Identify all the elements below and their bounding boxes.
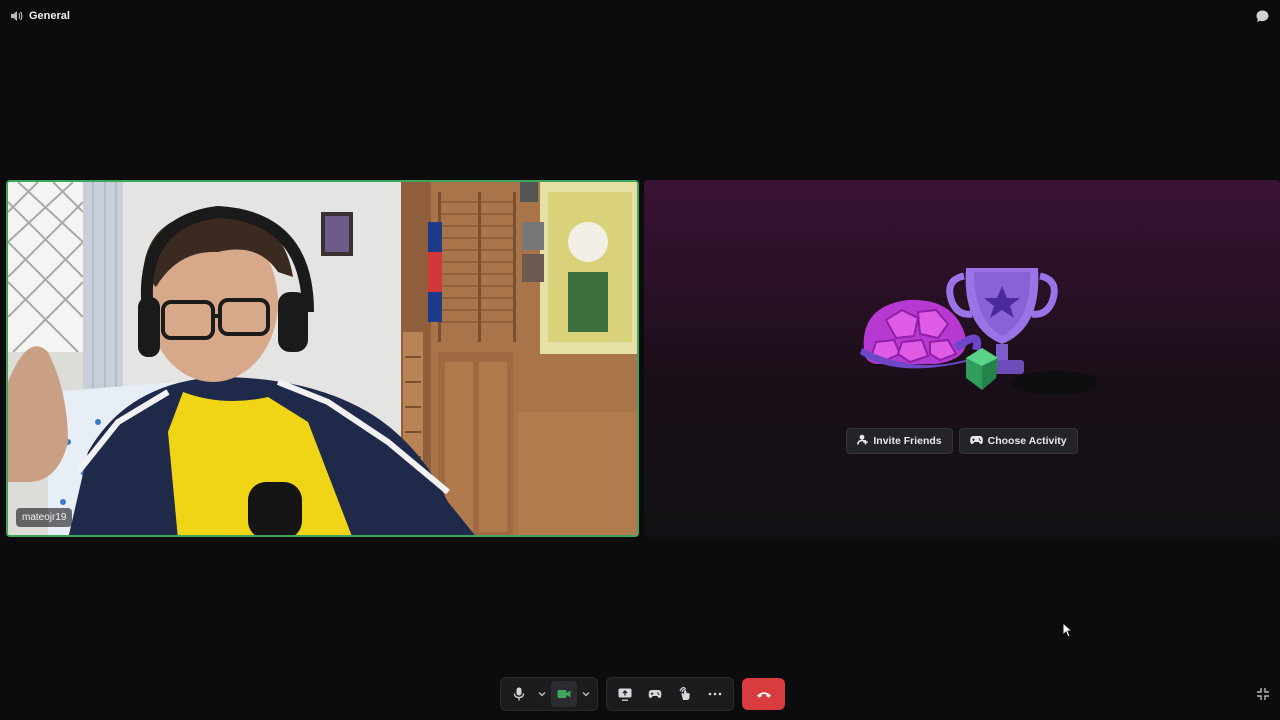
gamepad-icon[interactable] (641, 681, 669, 707)
choose-activity-label: Choose Activity (987, 435, 1067, 447)
call-header: General (0, 0, 1280, 32)
gamepad-icon (969, 435, 983, 448)
chat-bubble-icon[interactable] (1254, 8, 1270, 24)
extra-controls (606, 677, 734, 711)
media-controls (500, 677, 598, 711)
channel-name: General (29, 10, 70, 22)
activity-panel: Invite Friends Choose Activity (644, 180, 1280, 537)
voice-channel[interactable]: General (10, 10, 70, 22)
activity-actions: Invite Friends Choose Activity (644, 428, 1280, 454)
speaker-icon (10, 10, 23, 22)
invite-user-icon (857, 434, 869, 448)
voice-call-window: General mateojr19 Invite Friends Choose … (0, 0, 1280, 720)
participant-video-tile[interactable]: mateojr19 (6, 180, 639, 537)
participant-name: mateojr19 (16, 508, 73, 527)
microphone-icon[interactable] (505, 681, 533, 707)
hangup-icon (756, 685, 772, 703)
screen-share-icon[interactable] (611, 681, 639, 707)
invite-friends-button[interactable]: Invite Friends (846, 428, 953, 454)
camera-options-chevron-down-icon[interactable] (579, 681, 593, 707)
activity-illustration (860, 268, 1096, 395)
more-icon[interactable] (701, 681, 729, 707)
call-controls (500, 677, 785, 711)
mouse-cursor-icon (1062, 621, 1074, 643)
invite-friends-label: Invite Friends (873, 435, 942, 447)
soundboard-icon[interactable] (671, 681, 699, 707)
disconnect-button[interactable] (742, 678, 785, 710)
webcam-video (8, 182, 637, 535)
camera-icon[interactable] (551, 681, 577, 707)
choose-activity-button[interactable]: Choose Activity (958, 428, 1078, 454)
microphone-options-chevron-down-icon[interactable] (535, 681, 549, 707)
exit-fullscreen-icon[interactable] (1255, 686, 1271, 702)
